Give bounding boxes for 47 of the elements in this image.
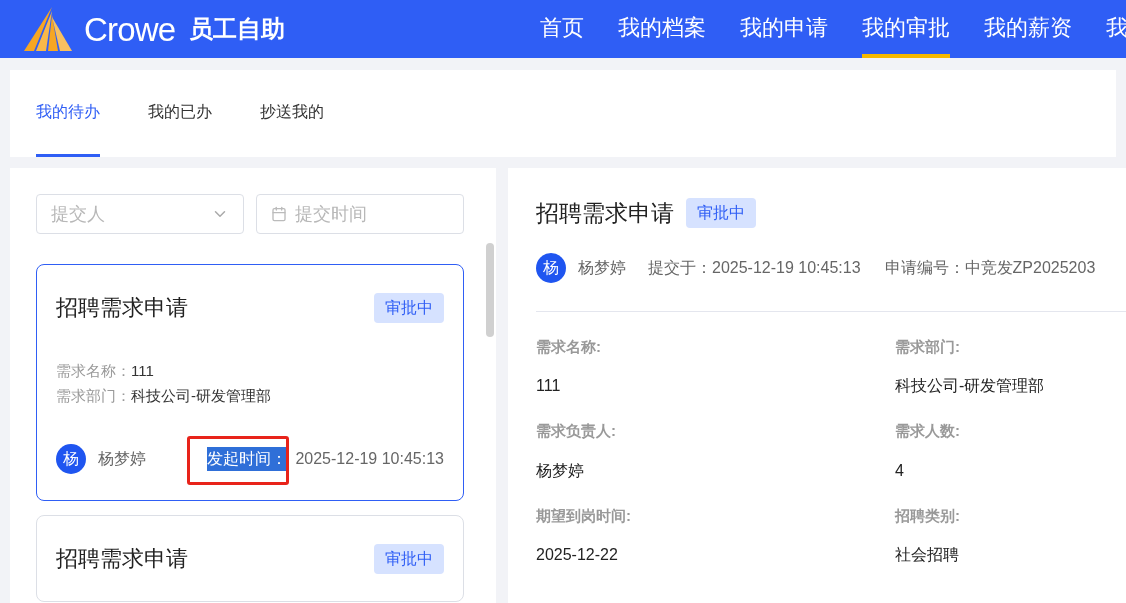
card-title: 招聘需求申请 [56, 294, 188, 322]
field-label: 需求部门： [56, 387, 131, 404]
user-name: 杨梦婷 [98, 449, 146, 469]
field-label: 招聘类别: [895, 505, 961, 526]
calendar-icon [271, 206, 287, 222]
logo-text: Crowe [84, 12, 176, 46]
request-card[interactable]: 招聘需求申请 审批中 [36, 515, 464, 602]
field-label: 需求名称： [56, 362, 131, 379]
field-value: 2025-12-22 [536, 545, 619, 565]
tab[interactable]: 我的已办 [148, 91, 212, 157]
field-label: 需求部门: [895, 336, 961, 357]
field-value: 科技公司-研发管理部 [895, 376, 1046, 396]
status-badge: 审批中 [686, 198, 756, 229]
field-value: 杨梦婷 [536, 460, 585, 481]
request-card[interactable]: 招聘需求申请 审批中 需求名称：111 需求部门：科技公司-研发管理部 杨 杨梦婷 发起时间： 2025-12-19 10:45:13 [36, 264, 464, 501]
status-badge: 审批中 [374, 292, 444, 323]
field-value: 社会招聘 [895, 545, 960, 565]
field-label: 需求负责人: [536, 421, 617, 441]
field-label: 需求名称: [536, 336, 602, 357]
submitted-time: 提交于：2025-12-19 10:45:13 [648, 257, 861, 278]
avatar: 杨 [536, 252, 566, 283]
placeholder-text: 提交时间 [295, 202, 368, 226]
field-value: 科技公司-研发管理部 [131, 387, 271, 404]
nav-link[interactable]: 首页 [540, 0, 584, 58]
placeholder-text: 提交人 [51, 202, 106, 226]
nav-link[interactable]: 我的审批 [862, 0, 950, 58]
logo-icon [22, 7, 74, 51]
nav-link[interactable]: 我的档案 [618, 0, 706, 58]
field-label: 期望到岗时间: [536, 505, 632, 526]
field-label: 需求人数: [895, 421, 961, 441]
field-value: 111 [131, 362, 154, 379]
field-value: 111 [536, 376, 562, 396]
nav-link[interactable]: 我的薪资 [984, 0, 1072, 58]
nav-link[interactable]: 我的申请 [740, 0, 828, 58]
card-title: 招聘需求申请 [56, 545, 188, 573]
time-label: 发起时间： [207, 447, 288, 471]
avatar: 杨 [56, 444, 86, 474]
scrollbar-thumb[interactable] [486, 243, 494, 337]
tab[interactable]: 抄送我的 [260, 91, 324, 157]
app-title: 员工自助 [189, 17, 286, 41]
status-badge: 审批中 [374, 543, 444, 574]
tab[interactable]: 我的待办 [36, 91, 100, 157]
request-number: 申请编号：中竞发ZP2025203 [884, 257, 1096, 278]
submit-time: 2025-12-19 10:45:13 [295, 449, 444, 469]
detail-title: 招聘需求申请 [536, 199, 674, 228]
field-value: 4 [895, 460, 905, 481]
user-name: 杨梦婷 [578, 257, 626, 278]
